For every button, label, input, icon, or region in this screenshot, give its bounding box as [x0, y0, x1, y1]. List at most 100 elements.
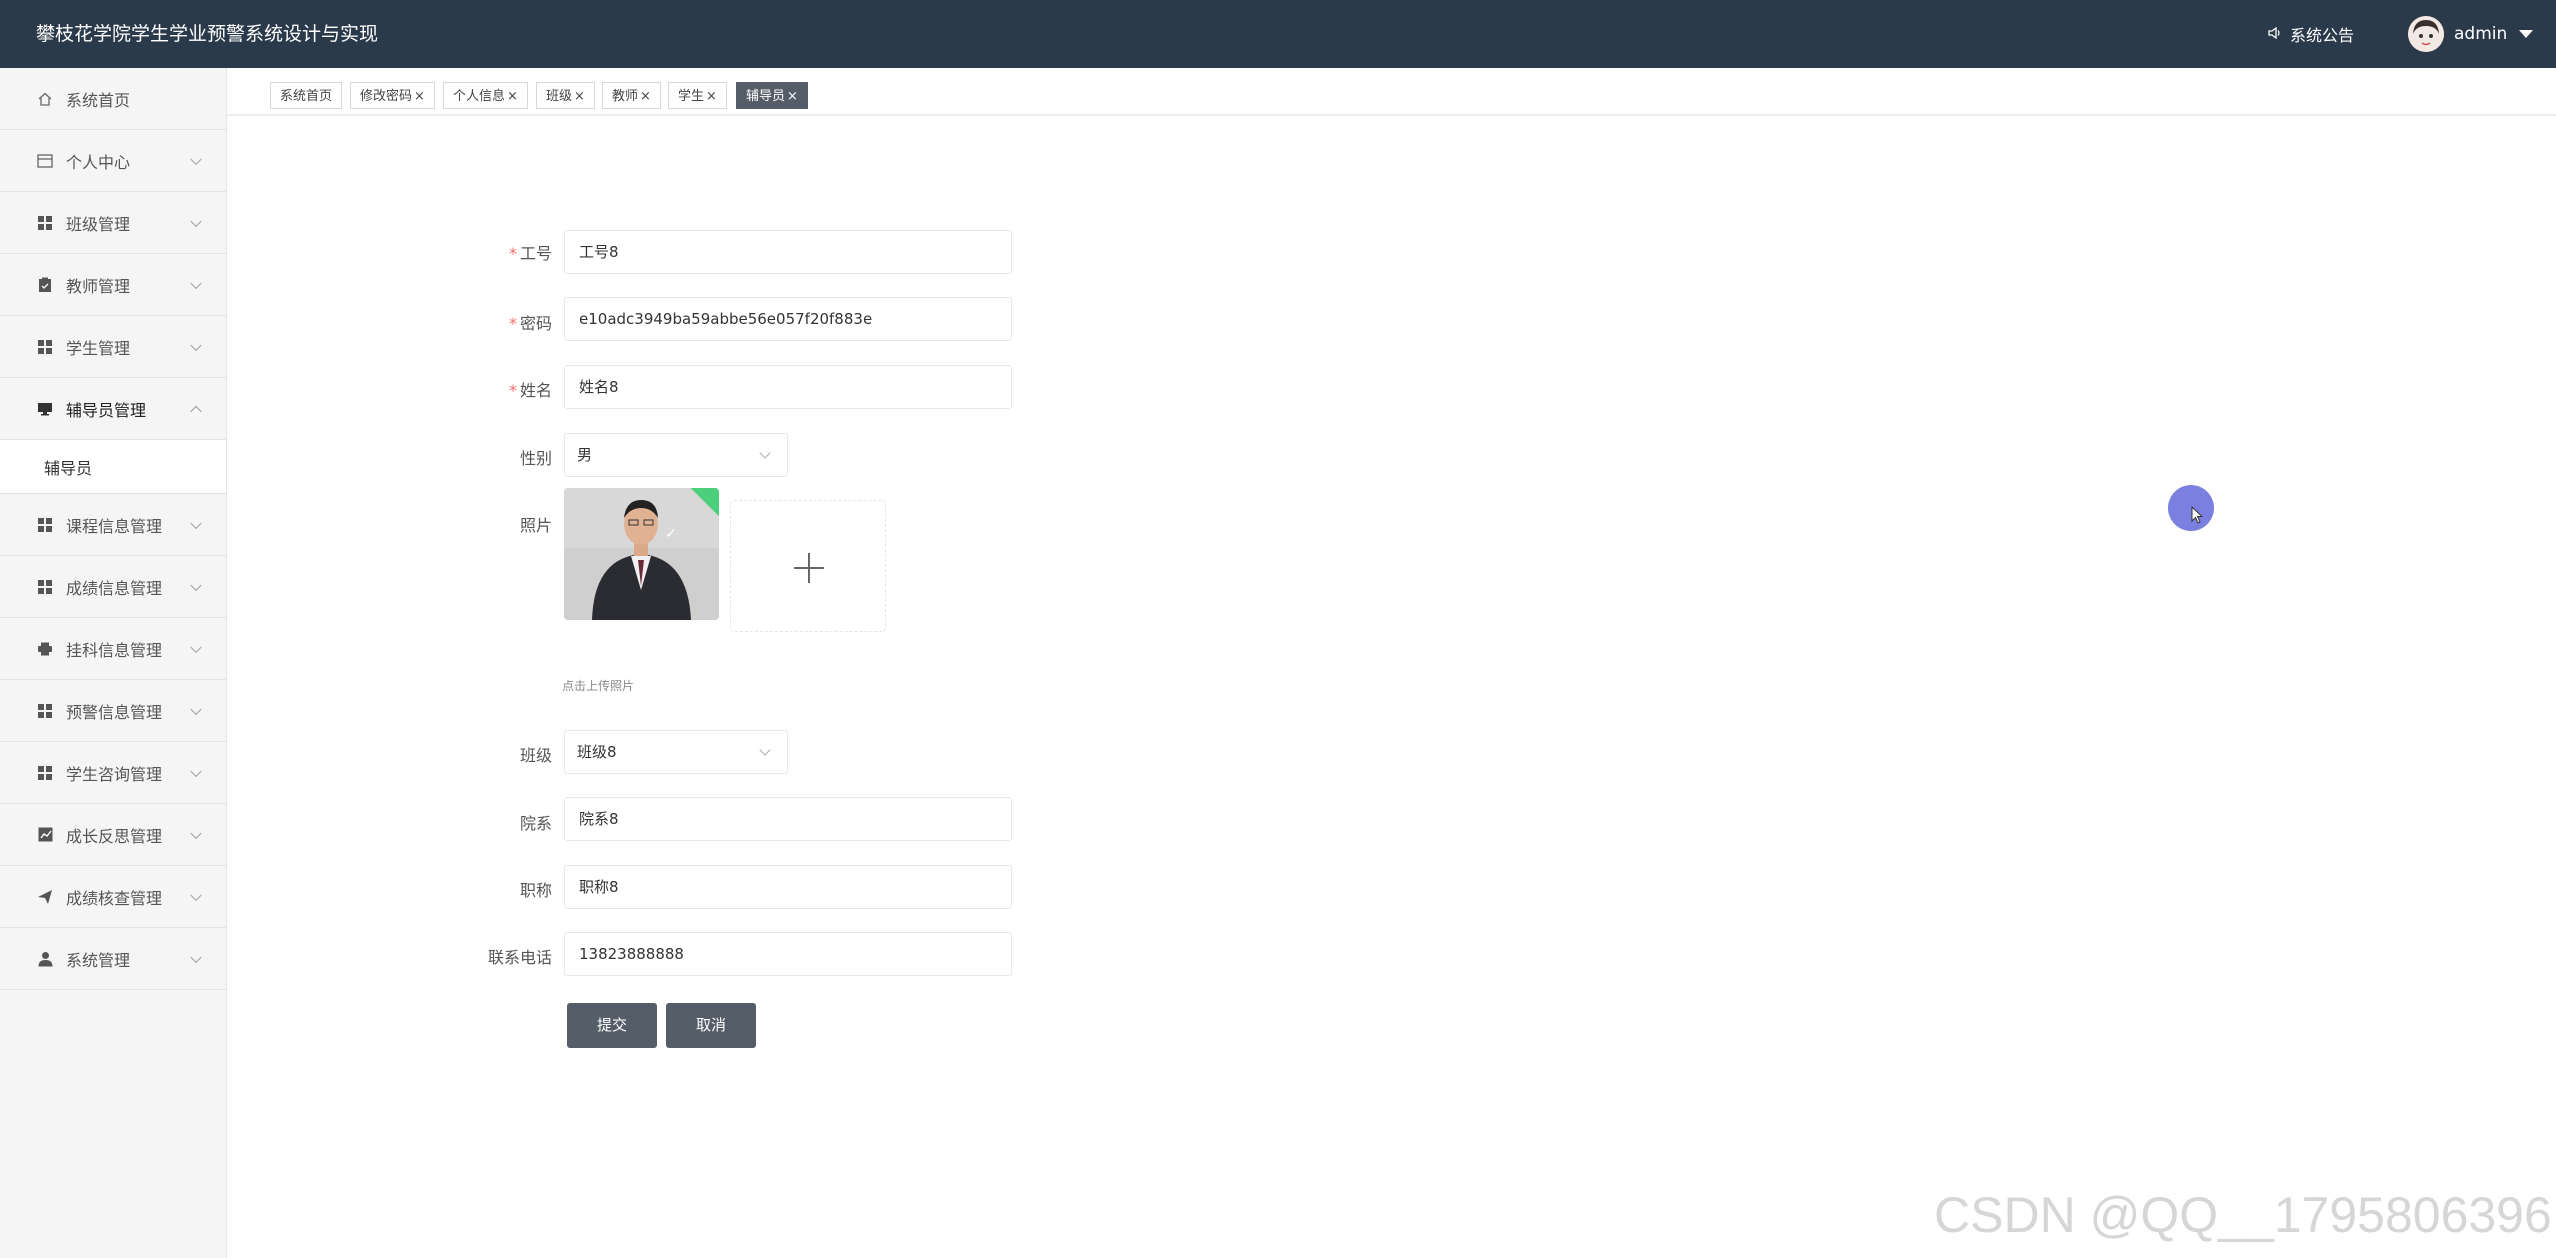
close-icon[interactable]: ×	[787, 89, 798, 104]
caret-down-icon	[2519, 30, 2534, 38]
avatar	[2408, 16, 2444, 52]
sidebar-item-course[interactable]: 课程信息管理	[0, 494, 226, 556]
field-label-gonghao: * 工号	[508, 244, 552, 263]
close-icon[interactable]: ×	[414, 89, 425, 104]
sidebar-item-label: 系统首页	[66, 90, 131, 110]
sidebar-item-student[interactable]: 学生管理	[0, 316, 226, 378]
sidebar-item-grades[interactable]: 成绩信息管理	[0, 556, 226, 618]
chart-icon	[36, 826, 54, 844]
clipboard-icon	[36, 276, 54, 294]
tab-counselor[interactable]: 辅导员 ×	[736, 82, 808, 109]
sidebar-item-label: 辅导员管理	[66, 400, 147, 420]
sidebar-item-label: 挂科信息管理	[66, 640, 163, 660]
upload-hint: 点击上传照片	[562, 679, 635, 693]
field-label-xingming: * 姓名	[508, 381, 552, 400]
sidebar-item-home[interactable]: 系统首页	[0, 68, 226, 130]
close-icon[interactable]: ×	[706, 89, 717, 104]
sidebar-item-counselor[interactable]: 辅导员管理	[0, 378, 226, 440]
tab-bar: 系统首页 修改密码 × 个人信息 × 班级 × 教师 × 学生 × 辅导员 ×	[226, 68, 2556, 116]
tab-label: 个人信息	[453, 89, 506, 104]
username: admin	[2454, 24, 2508, 44]
tab-label: 班级	[546, 89, 573, 104]
sidebar-item-grade-check[interactable]: 成绩核查管理	[0, 866, 226, 928]
uploaded-photo[interactable]: ✓	[564, 488, 719, 620]
submit-button[interactable]: 提交	[567, 1003, 657, 1048]
chevron-down-icon	[190, 641, 202, 653]
chevron-down-icon	[190, 889, 202, 901]
field-label-zhicheng: 职称	[519, 881, 552, 900]
tab-student[interactable]: 学生 ×	[668, 82, 727, 109]
send-icon	[36, 888, 54, 906]
chevron-down-icon	[190, 277, 202, 289]
sidebar-item-failed-courses[interactable]: 挂科信息管理	[0, 618, 226, 680]
user-menu[interactable]: admin	[2408, 0, 2534, 68]
chevron-down-icon	[190, 215, 202, 227]
class-select[interactable]: 班级8	[564, 730, 788, 774]
tab-personal-info[interactable]: 个人信息 ×	[443, 82, 528, 109]
tab-change-password[interactable]: 修改密码 ×	[350, 82, 435, 109]
chevron-down-icon	[190, 827, 202, 839]
tab-class[interactable]: 班级 ×	[536, 82, 595, 109]
chevron-down-icon	[759, 744, 771, 756]
sidebar-item-label: 课程信息管理	[66, 516, 163, 536]
photo-upload-button[interactable]	[730, 500, 886, 632]
phone-input[interactable]: 13823888888	[564, 932, 1012, 976]
sidebar-subitem-counselor[interactable]: 辅导员	[0, 440, 226, 494]
grid-icon	[36, 702, 54, 720]
sidebar-item-label: 系统管理	[66, 950, 131, 970]
grid-icon	[36, 338, 54, 356]
sidebar-subitem-label: 辅导员	[44, 458, 93, 478]
user-icon	[36, 950, 54, 968]
close-icon[interactable]: ×	[574, 89, 585, 104]
close-icon[interactable]: ×	[640, 89, 651, 104]
field-label-zhaopian: 照片	[519, 516, 552, 535]
sidebar-item-label: 学生咨询管理	[66, 764, 163, 784]
sidebar-item-personal-center[interactable]: 个人中心	[0, 130, 226, 192]
close-icon[interactable]: ×	[507, 89, 518, 104]
sidebar-item-teacher[interactable]: 教师管理	[0, 254, 226, 316]
sidebar-item-system[interactable]: 系统管理	[0, 928, 226, 990]
sidebar-item-label: 成绩信息管理	[66, 578, 163, 598]
sidebar-item-class[interactable]: 班级管理	[0, 192, 226, 254]
sidebar: 系统首页 个人中心 班级管理 教师管理 学生管理 辅导员管理 辅导员 课程信息管…	[0, 68, 227, 1258]
name-input[interactable]: 姓名8	[564, 365, 1012, 409]
field-label-banji: 班级	[519, 746, 552, 765]
gender-select[interactable]: 男	[564, 433, 788, 477]
field-label-dianhua: 联系电话	[487, 948, 552, 967]
chevron-down-icon	[759, 447, 771, 459]
monitor-icon	[36, 400, 54, 418]
sidebar-item-label: 个人中心	[66, 152, 131, 172]
tab-teacher[interactable]: 教师 ×	[602, 82, 661, 109]
tab-home[interactable]: 系统首页	[270, 82, 343, 109]
department-input[interactable]: 院系8	[564, 797, 1012, 841]
sidebar-item-reflection[interactable]: 成长反思管理	[0, 804, 226, 866]
sidebar-item-label: 教师管理	[66, 276, 131, 296]
sidebar-item-label: 学生管理	[66, 338, 131, 358]
grid-icon	[36, 578, 54, 596]
watermark: CSDN @QQ__1795806396	[1934, 1187, 2552, 1243]
cursor-highlight	[2168, 485, 2214, 531]
title-input[interactable]: 职称8	[564, 865, 1012, 909]
sidebar-item-label: 班级管理	[66, 214, 131, 234]
sidebar-item-label: 成绩核查管理	[66, 888, 163, 908]
chevron-down-icon	[190, 951, 202, 963]
tab-label: 系统首页	[280, 89, 333, 104]
chevron-down-icon	[190, 517, 202, 529]
system-notice-link[interactable]: 系统公告	[2268, 0, 2354, 68]
field-label-yuanxi: 院系	[519, 814, 552, 833]
tab-label: 辅导员	[746, 89, 786, 104]
field-label-xingbie: 性别	[519, 449, 552, 468]
tab-label: 学生	[678, 89, 705, 104]
top-header: 攀枝花学院学生学业预警系统设计与实现 系统公告 admin	[0, 0, 2556, 68]
grid-icon	[36, 214, 54, 232]
cancel-button[interactable]: 取消	[666, 1003, 756, 1048]
chevron-up-icon	[190, 405, 202, 417]
window-icon	[36, 152, 54, 170]
password-input[interactable]: e10adc3949ba59abbe56e057f20f883e	[564, 297, 1012, 341]
sidebar-item-label: 成长反思管理	[66, 826, 163, 846]
grid-icon	[36, 516, 54, 534]
sidebar-item-label: 预警信息管理	[66, 702, 163, 722]
sidebar-item-warning[interactable]: 预警信息管理	[0, 680, 226, 742]
gonghao-input[interactable]: 工号8	[564, 230, 1012, 274]
sidebar-item-consultation[interactable]: 学生咨询管理	[0, 742, 226, 804]
